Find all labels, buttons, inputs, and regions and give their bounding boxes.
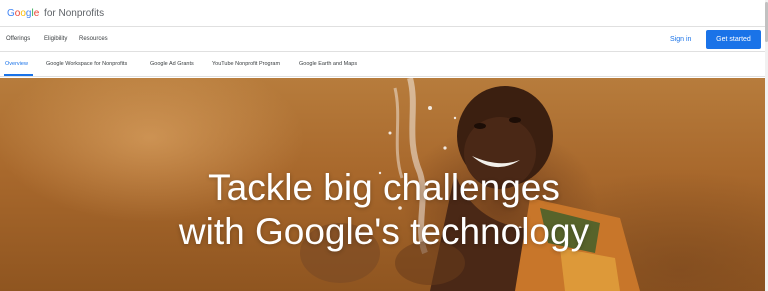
logo-letter: e xyxy=(33,8,40,19)
google-for-nonprofits-logo[interactable]: Google for Nonprofits xyxy=(7,8,104,19)
hero-title: Tackle big challenges with Google's tech… xyxy=(0,166,768,254)
top-header: Google for Nonprofits xyxy=(0,0,768,27)
hero-title-line-1: Tackle big challenges xyxy=(208,167,560,208)
active-tab-indicator xyxy=(4,74,33,76)
nav-item-offerings[interactable]: Offerings xyxy=(6,36,30,42)
tab-google-workspace[interactable]: Google Workspace for Nonprofits xyxy=(46,61,127,67)
hero-banner: Tackle big challenges with Google's tech… xyxy=(0,78,768,291)
tab-overview[interactable]: Overview xyxy=(5,61,28,67)
tab-ad-grants[interactable]: Google Ad Grants xyxy=(150,61,194,67)
product-tabs: Overview Google Workspace for Nonprofits… xyxy=(0,53,768,77)
logo-letter: G xyxy=(7,8,15,19)
sign-in-link[interactable]: Sign in xyxy=(670,36,691,43)
logo-suffix: for Nonprofits xyxy=(44,8,105,19)
main-nav: Offerings Eligibility Resources xyxy=(0,28,768,52)
hero-title-line-2: with Google's technology xyxy=(178,211,590,252)
nav-item-resources[interactable]: Resources xyxy=(79,36,108,42)
get-started-button[interactable]: Get started xyxy=(706,30,761,49)
tab-youtube-nonprofit[interactable]: YouTube Nonprofit Program xyxy=(212,61,280,67)
nav-item-eligibility[interactable]: Eligibility xyxy=(44,36,67,42)
tab-earth-and-maps[interactable]: Google Earth and Maps xyxy=(299,61,357,67)
